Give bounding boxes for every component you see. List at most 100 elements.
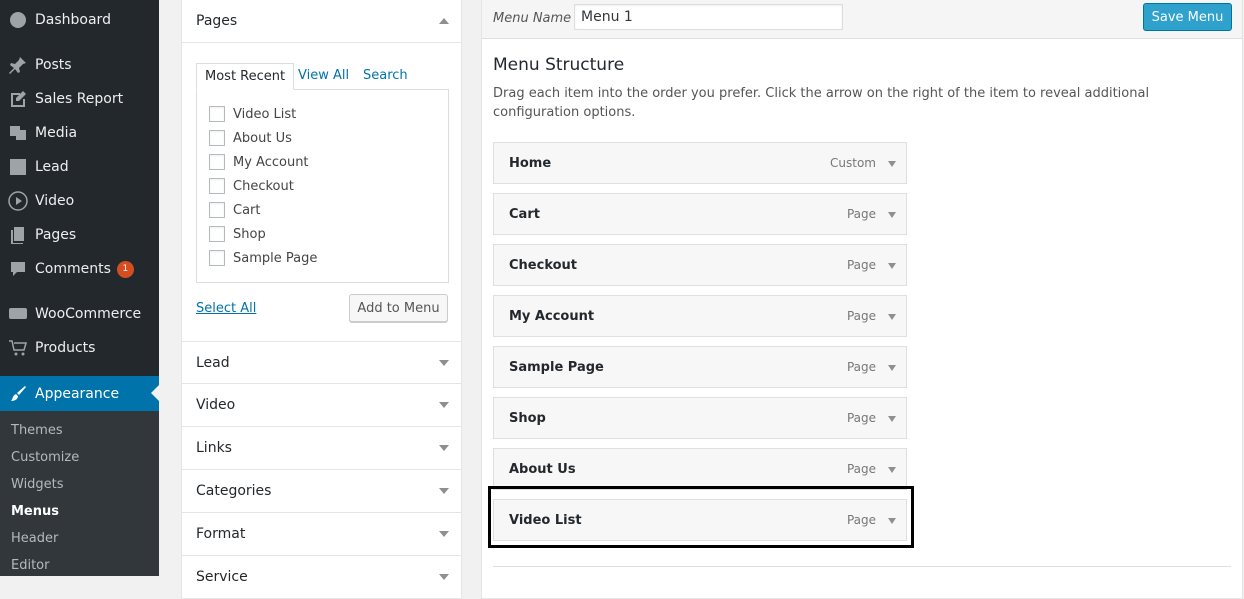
expand-arrow-icon[interactable] — [888, 416, 896, 422]
expand-arrow-icon[interactable] — [888, 161, 896, 167]
accordion-video-header[interactable]: Video — [182, 384, 461, 427]
pages-checklist: Video List About Us My Account Checkout … — [196, 89, 449, 283]
expand-arrow-icon[interactable] — [439, 488, 449, 494]
checkbox[interactable] — [209, 130, 225, 146]
accordion-links-header[interactable]: Links — [182, 427, 461, 470]
expand-arrow-icon[interactable] — [888, 212, 896, 218]
save-menu-button[interactable]: Save Menu — [1143, 3, 1232, 31]
cart-icon — [0, 338, 35, 358]
comment-icon — [0, 259, 35, 279]
tab-view-all[interactable]: View All — [298, 63, 349, 90]
checkbox-label: Shop — [233, 226, 266, 242]
checkbox[interactable] — [209, 106, 225, 122]
menu-item-type: Page — [846, 462, 876, 476]
sidebar-item-label: Media — [35, 125, 78, 141]
menu-item-sample-page[interactable]: Sample Page Page — [493, 346, 907, 388]
checkbox[interactable] — [209, 178, 225, 194]
media-icon — [0, 123, 35, 143]
accordion-title: Service — [196, 569, 248, 585]
sidebar-item-posts[interactable]: Posts — [0, 48, 159, 82]
accordion-format-header[interactable]: Format — [182, 513, 461, 556]
expand-arrow-icon[interactable] — [888, 314, 896, 320]
menu-name-input[interactable]: Menu 1 — [574, 4, 843, 30]
sidebar-item-label: Sales Report — [35, 91, 124, 107]
expand-arrow-icon[interactable] — [439, 445, 449, 451]
accordion-lead-header[interactable]: Lead — [182, 341, 461, 384]
sidebar-item-video[interactable]: Video — [0, 184, 159, 218]
expand-arrow-icon[interactable] — [439, 360, 449, 366]
menu-item-cart[interactable]: Cart Page — [493, 193, 907, 235]
menu-item-title: Sample Page — [509, 360, 604, 375]
add-to-menu-button[interactable]: Add to Menu — [349, 294, 448, 322]
checkbox[interactable] — [209, 154, 225, 170]
menu-item-checkout[interactable]: Checkout Page — [493, 244, 907, 286]
checkbox[interactable] — [209, 202, 225, 218]
sidebar-item-label: Dashboard — [35, 12, 111, 28]
list-item: Cart — [209, 202, 261, 218]
expand-arrow-icon[interactable] — [888, 263, 896, 269]
pages-tabs: Most Recent View All Search — [196, 63, 448, 90]
menu-item-title: Shop — [509, 411, 546, 426]
accordion-title: Categories — [196, 483, 272, 499]
accordion-title: Format — [196, 526, 246, 542]
expand-arrow-icon[interactable] — [888, 467, 896, 473]
collapse-arrow-icon[interactable] — [439, 18, 449, 24]
menu-structure-title: Menu Structure — [493, 55, 625, 75]
sidebar-item-lead[interactable]: Lead — [0, 150, 159, 184]
menu-name-label: Menu Name — [493, 11, 572, 26]
sidebar-item-media[interactable]: Media — [0, 116, 159, 150]
accordion-service-header[interactable]: Service — [182, 556, 461, 599]
sidebar-item-comments[interactable]: Comments 1 — [0, 252, 159, 286]
comments-count-badge: 1 — [116, 260, 134, 278]
divider — [493, 566, 1231, 567]
select-all-link[interactable]: Select All — [196, 301, 256, 316]
menu-item-title: Home — [509, 156, 552, 171]
expand-arrow-icon[interactable] — [439, 531, 449, 537]
tab-most-recent[interactable]: Most Recent — [196, 63, 295, 90]
list-item: Shop — [209, 226, 266, 242]
youtube-icon — [0, 191, 35, 211]
expand-arrow-icon[interactable] — [439, 402, 449, 408]
sidebar-item-label: WooCommerce — [35, 306, 142, 322]
list-item: Video List — [209, 106, 296, 122]
checkbox-label: Checkout — [233, 178, 294, 194]
submenu-item-themes[interactable]: Themes — [11, 423, 63, 438]
accordion-pages-header[interactable]: Pages — [182, 0, 461, 43]
sidebar-item-dashboard[interactable]: Dashboard — [0, 3, 159, 37]
pin-icon — [0, 55, 35, 75]
tab-search[interactable]: Search — [363, 63, 408, 90]
sidebar-item-pages[interactable]: Pages — [0, 218, 159, 252]
sidebar-item-sales-report[interactable]: Sales Report — [0, 82, 159, 116]
list-item: Checkout — [209, 178, 294, 194]
checkbox-label: Cart — [233, 202, 261, 218]
sidebar-item-label: Posts — [35, 57, 72, 73]
menu-item-about-us[interactable]: About Us Page — [493, 448, 907, 490]
woocommerce-icon — [0, 304, 35, 324]
sidebar-item-products[interactable]: Products — [0, 331, 159, 365]
menu-item-type: Page — [846, 360, 876, 374]
submenu-item-customize[interactable]: Customize — [11, 450, 79, 465]
menu-item-shop[interactable]: Shop Page — [493, 397, 907, 439]
dashboard-icon — [0, 10, 35, 30]
checkbox[interactable] — [209, 250, 225, 266]
expand-arrow-icon[interactable] — [888, 365, 896, 371]
submenu-item-editor[interactable]: Editor — [11, 558, 49, 573]
pages-icon — [0, 225, 35, 245]
menu-item-my-account[interactable]: My Account Page — [493, 295, 907, 337]
submenu-item-menus[interactable]: Menus — [11, 504, 59, 519]
submenu-item-header[interactable]: Header — [11, 531, 58, 546]
sidebar-item-label: Pages — [35, 227, 77, 243]
submenu-item-widgets[interactable]: Widgets — [11, 477, 64, 492]
checkbox-label: My Account — [233, 154, 309, 170]
appearance-submenu: Themes Customize Widgets Menus Header Ed… — [0, 411, 159, 576]
menu-item-type: Page — [846, 207, 876, 221]
menu-item-type: Custom — [830, 156, 876, 170]
checkbox[interactable] — [209, 226, 225, 242]
menu-item-title: My Account — [509, 309, 595, 324]
accordion-categories-header[interactable]: Categories — [182, 470, 461, 513]
menu-item-home[interactable]: Home Custom — [493, 142, 907, 184]
sidebar-item-appearance[interactable]: Appearance — [0, 376, 159, 411]
sidebar-item-woocommerce[interactable]: WooCommerce — [0, 297, 159, 331]
expand-arrow-icon[interactable] — [439, 574, 449, 580]
menu-item-type: Page — [846, 309, 876, 323]
